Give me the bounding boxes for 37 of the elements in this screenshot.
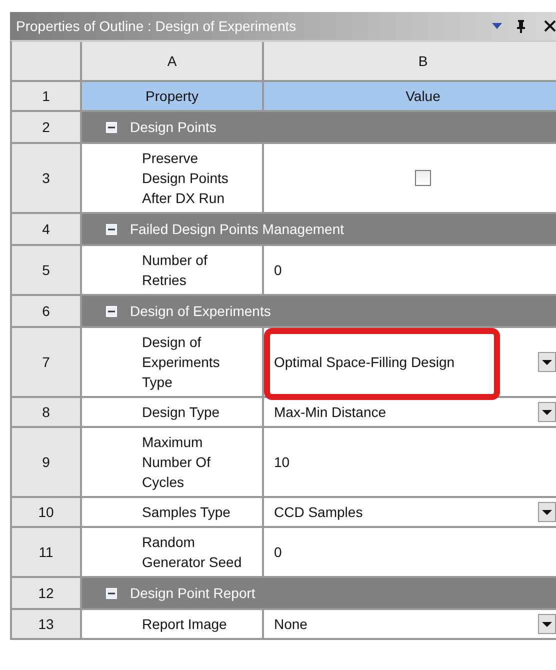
column-header: B [264, 42, 556, 82]
row-number: 9 [12, 428, 82, 498]
row-number: 12 [12, 578, 82, 610]
property-label: Preserve Design Points After DX Run [142, 149, 230, 208]
column-header: A [82, 42, 264, 82]
row-number: 1 [12, 82, 82, 112]
row-number: 13 [12, 610, 82, 640]
row-number: 4 [12, 214, 82, 246]
property-label: Maximum Number Of Cycles [142, 433, 212, 492]
property-label: Samples Type [142, 503, 230, 522]
group-label: Design Point Report [130, 585, 256, 601]
row-number: 3 [12, 144, 82, 214]
value-text: 0 [274, 262, 282, 278]
row-number: 10 [12, 498, 82, 528]
row-number: 2 [12, 112, 82, 144]
dropdown-value[interactable]: None [274, 616, 308, 632]
property-label: Design Type [142, 403, 220, 422]
value-text: 10 [274, 454, 290, 470]
row-number: 11 [12, 528, 82, 578]
header-cell: Property [82, 82, 264, 112]
group-label: Design Points [130, 119, 216, 135]
property-label: Random Generator Seed [142, 533, 242, 572]
dropdown-value[interactable]: Max-Min Distance [274, 404, 386, 420]
header-cell: Value [264, 82, 556, 112]
dropdown-value[interactable]: Optimal Space-Filling Design [274, 354, 455, 370]
row-number: 7 [12, 328, 82, 398]
value-text: 0 [274, 544, 282, 560]
property-label: Number of Retries [142, 251, 208, 290]
group-label: Design of Experiments [130, 303, 271, 319]
dropdown-value[interactable]: CCD Samples [274, 504, 363, 520]
row-number: 5 [12, 246, 82, 296]
row-number: 8 [12, 398, 82, 428]
window-title: Properties of Outline : Design of Experiments [16, 18, 298, 34]
group-label: Failed Design Points Management [130, 221, 344, 237]
row-number: 6 [12, 296, 82, 328]
property-label: Design of Experiments Type [142, 333, 221, 392]
property-label: Report Image [142, 615, 227, 634]
